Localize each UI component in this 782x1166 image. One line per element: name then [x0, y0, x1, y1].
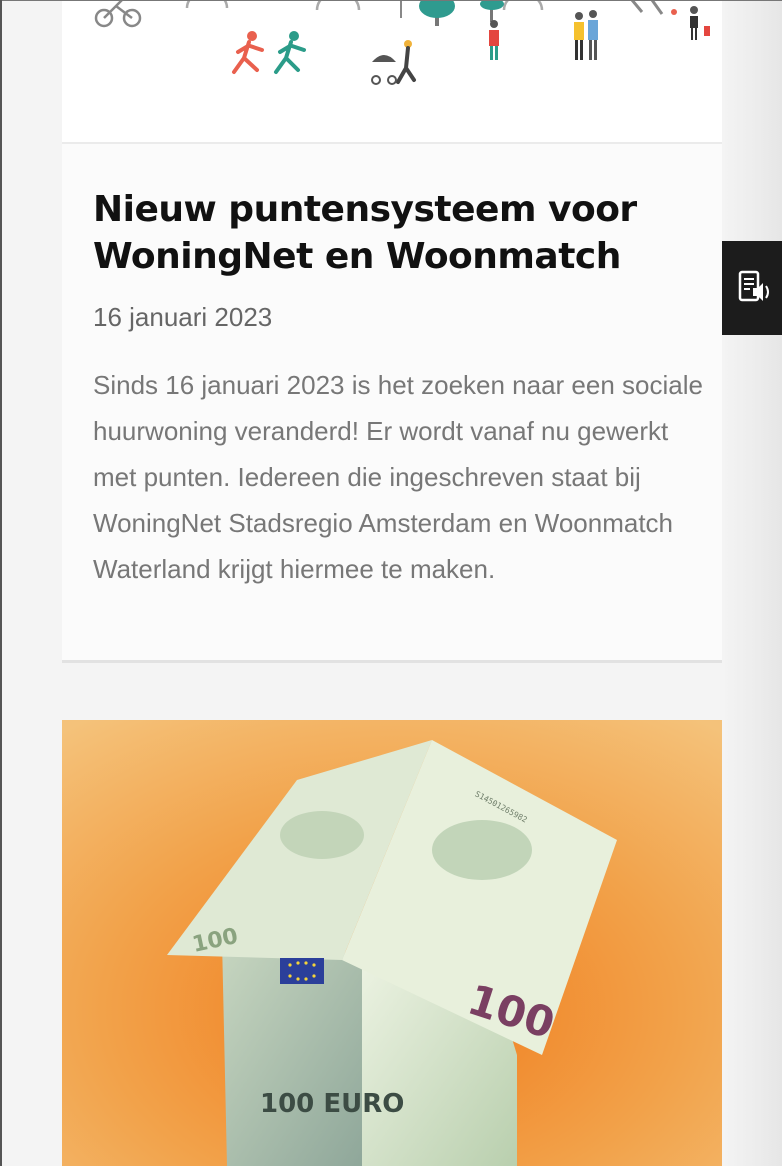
- article-card-image[interactable]: 100 100 EURO 100 S14501265982: [62, 720, 722, 1166]
- article-title[interactable]: Nieuw puntensysteem voor WoningNet en Wo…: [93, 186, 693, 280]
- svg-text:100 EURO: 100 EURO: [260, 1089, 404, 1119]
- runner-figures: [232, 31, 306, 74]
- money-house-image: 100 100 EURO 100 S14501265982: [62, 720, 722, 1166]
- article-illustration: [62, 0, 722, 144]
- person-figure: [489, 20, 499, 60]
- article-excerpt: Sinds 16 januari 2023 is het zoeken naar…: [93, 370, 703, 584]
- couple-figure: [574, 10, 598, 60]
- window-left-border: [0, 0, 2, 1166]
- article-card[interactable]: Nieuw puntensysteem voor WoningNet en Wo…: [62, 0, 722, 663]
- article-date: 16 januari 2023: [93, 302, 273, 332]
- readspeaker-icon: [738, 270, 769, 302]
- page-right-gutter: [722, 0, 782, 1166]
- stroller-figure: [371, 40, 416, 85]
- bicycle-icon: [94, 0, 142, 28]
- city-people-illustration: [94, 0, 710, 85]
- walker-figure: [630, 0, 710, 40]
- window-top-border: [0, 0, 782, 1]
- readspeaker-button[interactable]: [722, 241, 782, 335]
